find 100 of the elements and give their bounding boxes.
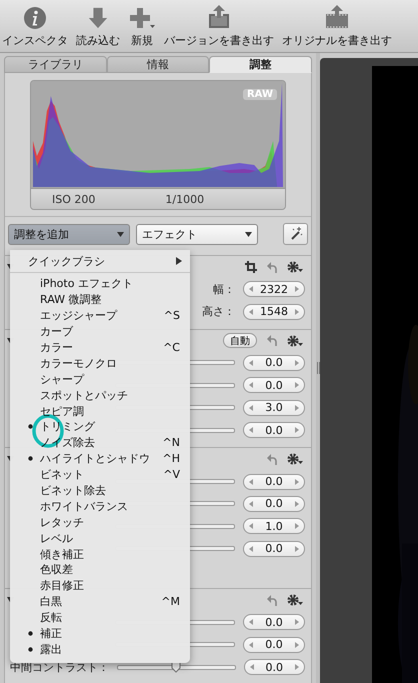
auto-button[interactable]: 自動 <box>223 333 257 348</box>
left-arrow-icon[interactable] <box>249 360 253 366</box>
slider[interactable] <box>117 664 236 670</box>
menu-item[interactable]: シャープ <box>10 371 190 388</box>
right-arrow-icon[interactable] <box>295 308 299 315</box>
tab[interactable]: 調整 <box>209 56 312 73</box>
menu-item[interactable]: カラーモノクロ <box>10 355 190 372</box>
menu-item[interactable]: 白黒 ^M <box>10 594 190 610</box>
right-arrow-icon[interactable] <box>295 286 299 292</box>
right-arrow-icon[interactable] <box>295 500 299 507</box>
value-stepper[interactable]: 0.0 <box>243 377 305 394</box>
left-arrow-icon[interactable] <box>249 308 253 315</box>
menu-item[interactable]: カラー ^C <box>10 340 190 356</box>
value-stepper[interactable]: 1548 <box>243 304 305 320</box>
value-stepper[interactable]: 0.0 <box>243 636 305 653</box>
info-icon <box>23 6 47 30</box>
toolbar-button[interactable]: オリジナルを書き出す <box>282 4 392 48</box>
menu-item[interactable]: レタッチ <box>10 514 190 530</box>
menu-item[interactable]: 露出 <box>10 641 190 658</box>
value-stepper[interactable]: 0.0 <box>244 659 305 676</box>
value-stepper[interactable]: 0.0 <box>243 614 305 630</box>
left-arrow-icon[interactable] <box>250 664 254 670</box>
right-arrow-icon[interactable] <box>295 478 299 485</box>
tab[interactable]: 情報 <box>106 56 210 73</box>
toolbar-button[interactable]: 読み込む <box>76 6 120 48</box>
gear-icon[interactable] <box>287 453 303 466</box>
left-arrow-icon[interactable] <box>249 286 253 292</box>
left-arrow-icon[interactable] <box>249 427 253 434</box>
toolbar-button[interactable]: インスペクタ <box>2 6 68 48</box>
left-arrow-icon[interactable] <box>249 642 253 648</box>
value-stepper[interactable]: 1.0 <box>243 518 305 534</box>
undo-icon[interactable] <box>267 335 277 346</box>
bullet-icon <box>28 646 33 652</box>
gear-icon[interactable] <box>287 261 303 273</box>
value-stepper[interactable]: 0.0 <box>243 540 305 557</box>
down-arrow-icon <box>87 6 109 30</box>
bullet-icon <box>28 631 33 636</box>
menu-item[interactable]: iPhoto エフェクト <box>10 276 190 292</box>
right-arrow-icon[interactable] <box>295 404 299 411</box>
caret-icon <box>245 232 252 236</box>
iso-label: ISO 200 <box>52 192 96 206</box>
caret-icon <box>117 232 124 236</box>
menu-item[interactable]: 反転 <box>10 610 190 626</box>
value-stepper[interactable]: 2322 <box>243 281 305 298</box>
menu-item[interactable]: トリミング <box>10 419 190 435</box>
menu-item[interactable]: ホワイトバランス <box>10 498 190 514</box>
popup-button[interactable]: 調整を追加 <box>8 224 130 244</box>
menu-item[interactable]: 色収差 <box>10 562 190 578</box>
right-arrow-icon[interactable] <box>295 546 299 552</box>
export-icon <box>323 4 351 30</box>
popup-button[interactable]: エフェクト <box>136 224 258 244</box>
crop-icon[interactable] <box>245 261 257 273</box>
menu-item[interactable]: カーブ <box>10 324 190 340</box>
menu-item[interactable]: スポットとパッチ <box>10 387 190 404</box>
left-arrow-icon[interactable] <box>249 546 253 552</box>
menu-item[interactable]: ハイライトとシャドウ ^H <box>10 450 190 467</box>
submenu-arrow-icon <box>176 257 182 265</box>
right-arrow-icon[interactable] <box>295 523 299 530</box>
right-arrow-icon[interactable] <box>295 642 299 648</box>
right-arrow-icon[interactable] <box>295 427 299 434</box>
tab[interactable]: ライブラリ <box>4 56 107 73</box>
wand-button[interactable] <box>283 223 308 245</box>
menu-item[interactable]: ビネット ^V <box>10 466 190 483</box>
gear-icon[interactable] <box>287 334 303 347</box>
right-arrow-icon[interactable] <box>295 619 299 626</box>
menu-item[interactable]: 傾き補正 <box>10 546 190 562</box>
menu-item[interactable]: クイックブラシ <box>10 252 190 270</box>
undo-icon[interactable] <box>267 454 277 465</box>
field-label: 高さ： <box>202 304 235 320</box>
right-arrow-icon[interactable] <box>295 382 299 388</box>
bullet-icon <box>28 424 33 430</box>
menu-item[interactable]: エッジシャープ ^S <box>10 308 190 324</box>
undo-icon[interactable] <box>267 594 277 606</box>
right-arrow-icon[interactable] <box>295 360 299 366</box>
value-stepper[interactable]: 0.0 <box>243 474 305 490</box>
gear-icon[interactable] <box>287 594 303 606</box>
right-arrow-icon[interactable] <box>295 664 299 670</box>
value-stepper[interactable]: 3.0 <box>243 400 305 416</box>
field-label: 幅： <box>213 282 235 297</box>
wand-icon <box>288 227 302 241</box>
menu-item[interactable]: セピア調 <box>10 403 190 420</box>
menu-item[interactable]: レベル <box>10 530 190 546</box>
menu-item[interactable]: 赤目修正 <box>10 578 190 594</box>
left-arrow-icon[interactable] <box>249 500 253 507</box>
menu-item[interactable]: RAW 微調整 <box>10 292 190 308</box>
left-arrow-icon[interactable] <box>249 478 253 485</box>
menu-item[interactable]: ビネット除去 <box>10 482 190 498</box>
raw-badge: RAW <box>242 89 277 100</box>
value-stepper[interactable]: 0.0 <box>243 496 305 512</box>
left-arrow-icon[interactable] <box>249 382 253 388</box>
toolbar-button[interactable]: 新規 <box>128 6 156 48</box>
left-arrow-icon[interactable] <box>249 619 253 626</box>
export-icon <box>206 4 232 30</box>
left-arrow-icon[interactable] <box>249 523 253 530</box>
menu-item[interactable]: 補正 <box>10 626 190 642</box>
left-arrow-icon[interactable] <box>249 404 253 411</box>
value-stepper[interactable]: 0.0 <box>243 422 305 438</box>
toolbar-button[interactable]: バージョンを書き出す <box>164 4 274 48</box>
value-stepper[interactable]: 0.0 <box>243 354 305 371</box>
undo-icon[interactable] <box>267 262 277 272</box>
